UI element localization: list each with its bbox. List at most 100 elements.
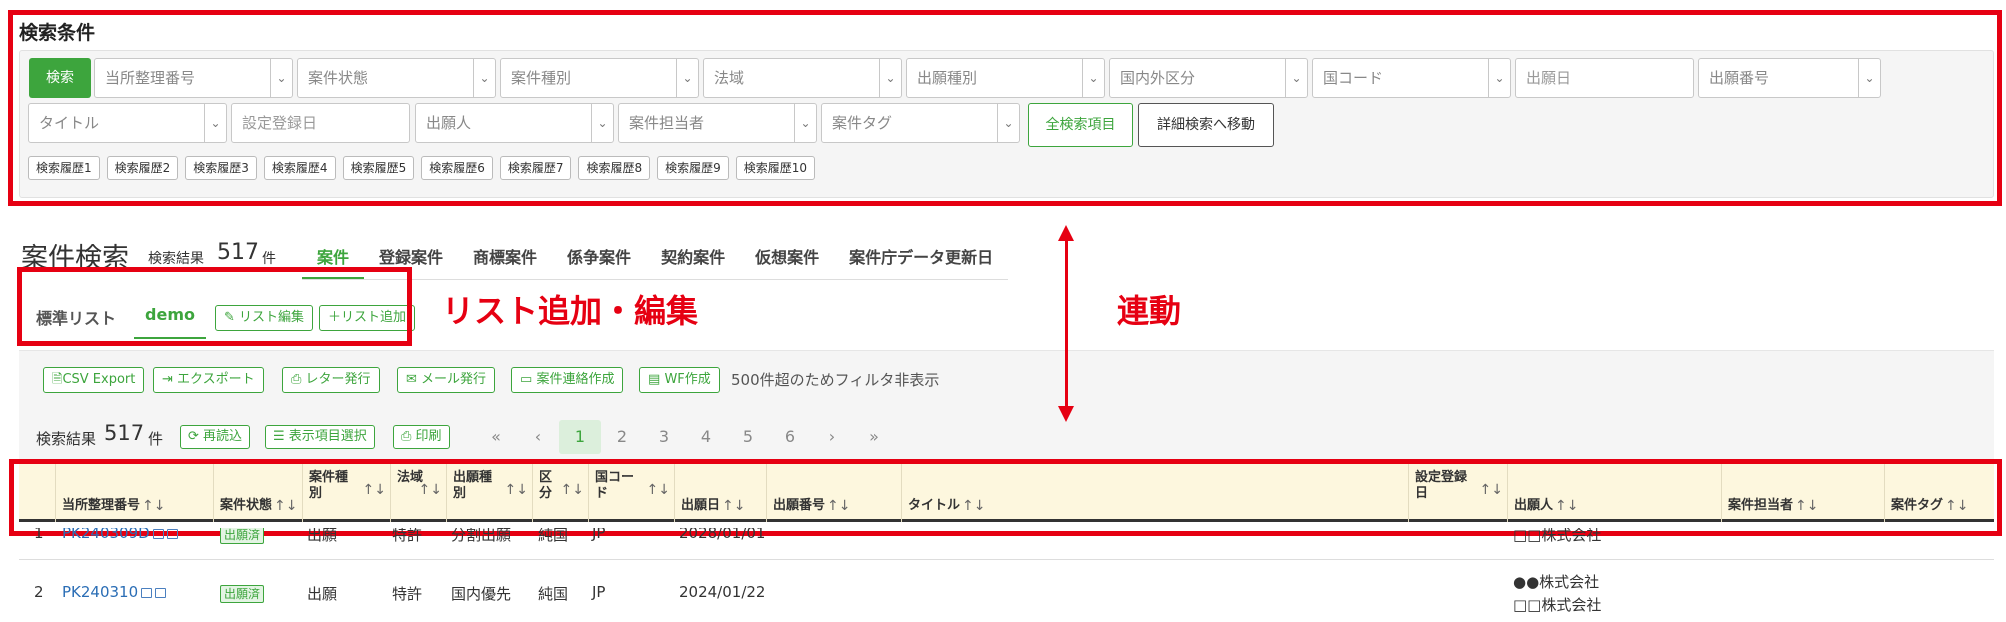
tab-trademark[interactable]: 商標案件 xyxy=(458,232,552,279)
seiri-bango-select[interactable]: 当所整理番号 ⌄ xyxy=(94,58,293,98)
page-5[interactable]: 5 xyxy=(727,420,769,454)
case-status-select[interactable]: 案件状態 ⌄ xyxy=(297,58,496,98)
applicant-select[interactable]: 出願人 ⌄ xyxy=(415,103,614,143)
search-history-button[interactable]: 検索履歴9 xyxy=(657,156,729,180)
table-row[interactable]: 1 PK240309D 出願済 出願 特許 分割出願 純国 JP 2028/01… xyxy=(19,528,1994,560)
wf-label: WF作成 xyxy=(664,372,711,387)
cell-type: 出願 xyxy=(307,528,338,544)
pagination: « ‹ 1 2 3 4 5 6 › » xyxy=(475,420,895,454)
page-3[interactable]: 3 xyxy=(643,420,685,454)
case-id-link[interactable]: PK240310 xyxy=(62,583,167,601)
results-unit: 件 xyxy=(148,430,164,448)
case-id-link[interactable]: PK240309D xyxy=(62,528,178,542)
law-area-placeholder: 法域 xyxy=(714,69,745,87)
search-history-button[interactable]: 検索履歴6 xyxy=(421,156,493,180)
window-icon[interactable] xyxy=(166,528,178,539)
page-first[interactable]: « xyxy=(475,420,517,454)
cell-division: 純国 xyxy=(538,528,569,544)
cell-law: 特許 xyxy=(392,585,423,603)
mail-label: メール発行 xyxy=(421,372,487,387)
copy-icon[interactable] xyxy=(141,587,153,598)
printer-icon: ⎙ xyxy=(291,372,302,387)
case-contact-button[interactable]: ▭ 案件連絡作成 xyxy=(511,367,624,393)
result-count: 517 xyxy=(217,240,259,265)
copy-icon[interactable] xyxy=(152,528,164,539)
domestic-foreign-select[interactable]: 国内外区分 ⌄ xyxy=(1109,58,1308,98)
case-type-select[interactable]: 案件種別 ⌄ xyxy=(500,58,699,98)
page-4[interactable]: 4 xyxy=(685,420,727,454)
cell-applicant: ●●株式会社 xyxy=(1513,573,1600,591)
tab-office-data-update[interactable]: 案件庁データ更新日 xyxy=(834,232,1008,279)
cell-division: 純国 xyxy=(538,585,569,603)
cell-type: 出願 xyxy=(307,585,338,603)
printer-icon: ⎙ xyxy=(401,429,412,444)
page-2[interactable]: 2 xyxy=(601,420,643,454)
page-prev[interactable]: ‹ xyxy=(517,420,559,454)
registration-date-input[interactable]: 設定登録日 xyxy=(231,103,410,143)
page-1[interactable]: 1 xyxy=(559,420,601,454)
annotation-box-table-header xyxy=(9,459,2002,536)
cell-applicant: □□株式会社 xyxy=(1513,596,1602,614)
search-history-button[interactable]: 検索履歴3 xyxy=(185,156,257,180)
application-number-select[interactable]: 出願番号 ⌄ xyxy=(1698,58,1881,98)
print-button[interactable]: ⎙ 印刷 xyxy=(393,425,450,449)
cell-filing-date: 2028/01/01 xyxy=(679,528,766,542)
country-code-select[interactable]: 国コード ⌄ xyxy=(1312,58,1511,98)
case-contact-label: 案件連絡作成 xyxy=(536,372,615,387)
law-area-select[interactable]: 法域 ⌄ xyxy=(703,58,902,98)
window-icon[interactable] xyxy=(155,587,167,598)
filing-date-input[interactable]: 出願日 xyxy=(1515,58,1694,98)
column-select-button[interactable]: ☰ 表示項目選択 xyxy=(265,425,375,449)
chevron-down-icon: ⌄ xyxy=(997,104,1019,142)
page-6[interactable]: 6 xyxy=(769,420,811,454)
search-history-button[interactable]: 検索履歴10 xyxy=(735,156,816,180)
search-history-button[interactable]: 検索履歴7 xyxy=(499,156,572,180)
case-manager-placeholder: 案件担当者 xyxy=(629,114,705,132)
table-row[interactable]: 2 PK240310 出願済 出願 特許 国内優先 純国 JP 2024/01/… xyxy=(19,562,1994,622)
case-manager-select[interactable]: 案件担当者 ⌄ xyxy=(618,103,817,143)
letter-button[interactable]: ⎙ レター発行 xyxy=(282,367,380,393)
chevron-down-icon: ⌄ xyxy=(676,59,698,97)
search-history-button[interactable]: 検索履歴8 xyxy=(578,156,651,180)
search-history-button[interactable]: 検索履歴2 xyxy=(106,156,179,180)
csv-export-label: CSV Export xyxy=(62,372,136,387)
country-code-placeholder: 国コード xyxy=(1323,69,1384,87)
case-type-placeholder: 案件種別 xyxy=(511,69,572,87)
title-select[interactable]: タイトル ⌄ xyxy=(28,103,227,143)
cell-filing-type: 国内優先 xyxy=(451,585,512,603)
all-fields-button[interactable]: 全検索項目 xyxy=(1028,103,1133,147)
search-history-button[interactable]: 検索履歴1 xyxy=(28,156,100,180)
applicant-placeholder: 出願人 xyxy=(426,114,472,132)
annotation-box-lists xyxy=(17,267,412,346)
page-next[interactable]: › xyxy=(811,420,853,454)
result-unit: 件 xyxy=(262,251,276,267)
letter-label: レター発行 xyxy=(305,372,371,387)
search-history-button[interactable]: 検索履歴4 xyxy=(263,156,336,180)
filing-type-placeholder: 出願種別 xyxy=(917,69,978,87)
refresh-icon: ⟳ xyxy=(188,429,199,444)
print-label: 印刷 xyxy=(415,429,442,444)
cell-filing-type: 分割出願 xyxy=(451,528,512,544)
search-button[interactable]: 検索 xyxy=(29,58,91,98)
tab-virtual[interactable]: 仮想案件 xyxy=(740,232,834,279)
row-number: 1 xyxy=(34,528,44,542)
chevron-down-icon: ⌄ xyxy=(794,104,816,142)
filing-type-select[interactable]: 出願種別 ⌄ xyxy=(906,58,1105,98)
cell-country: JP xyxy=(592,528,606,542)
domestic-foreign-placeholder: 国内外区分 xyxy=(1120,69,1196,87)
case-tag-select[interactable]: 案件タグ ⌄ xyxy=(821,103,1020,143)
csv-export-button[interactable]: 🗎CSV Export xyxy=(43,367,145,393)
search-history-button[interactable]: 検索履歴5 xyxy=(342,156,415,180)
chevron-down-icon: ⌄ xyxy=(1285,59,1307,97)
wf-button[interactable]: ▤ WF作成 xyxy=(639,367,720,393)
reload-button[interactable]: ⟳ 再読込 xyxy=(180,425,251,449)
chevron-down-icon: ⌄ xyxy=(591,104,613,142)
arrow-down-icon xyxy=(1058,406,1074,422)
page-last[interactable]: » xyxy=(853,420,895,454)
mail-button[interactable]: ✉ メール発行 xyxy=(397,367,496,393)
tab-dispute[interactable]: 係争案件 xyxy=(552,232,646,279)
export-button[interactable]: ⇥ エクスポート xyxy=(153,367,264,393)
tab-contract[interactable]: 契約案件 xyxy=(646,232,740,279)
export-icon: ⇥ xyxy=(162,372,173,387)
advanced-search-button[interactable]: 詳細検索へ移動 xyxy=(1138,103,1274,147)
